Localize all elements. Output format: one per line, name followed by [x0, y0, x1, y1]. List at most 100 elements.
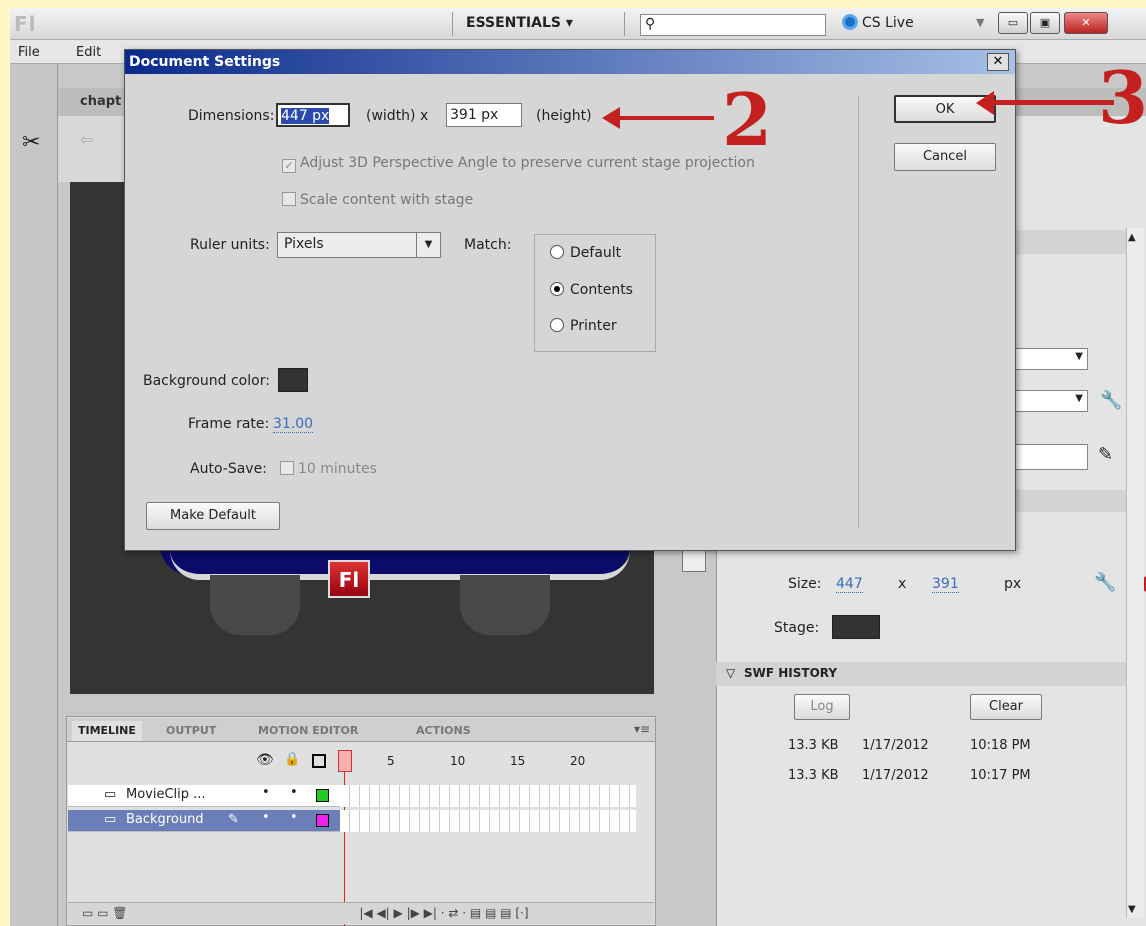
stage-color-swatch[interactable]	[832, 615, 880, 639]
menu-edit[interactable]: Edit	[76, 45, 101, 60]
panel-icon[interactable]	[682, 550, 706, 572]
chevron-down-icon[interactable]: ▼	[976, 16, 984, 29]
cancel-button[interactable]: Cancel	[894, 143, 996, 171]
history-size: 13.3 KB	[788, 768, 839, 783]
eye-icon[interactable]: 👁	[256, 752, 274, 768]
checkbox-box	[282, 192, 296, 206]
annotation-arrowhead-icon	[976, 91, 994, 115]
radio-icon	[550, 318, 564, 332]
minimize-button[interactable]: ▭	[998, 12, 1028, 34]
properties-scrollbar[interactable]	[1126, 228, 1144, 918]
height-input[interactable]: 391 px	[446, 103, 522, 127]
panel-menu-icon[interactable]: ▾≡	[634, 722, 650, 736]
width-input[interactable]: 447 px	[276, 103, 350, 127]
back-arrow-icon[interactable]: ⇦	[80, 130, 93, 149]
cs-live-button[interactable]: CS Live	[842, 14, 914, 31]
maximize-button[interactable]: ▣	[1030, 12, 1060, 34]
cs-live-label: CS Live	[862, 15, 914, 31]
make-default-button[interactable]: Make Default	[146, 502, 280, 530]
swf-history-title: SWF HISTORY	[744, 666, 838, 680]
lock-icon[interactable]: 🔒	[284, 752, 300, 767]
frame-number: 5	[387, 754, 395, 768]
dialog-title: Document Settings	[125, 50, 1015, 74]
panel-input[interactable]	[1014, 444, 1088, 470]
scale-content-checkbox[interactable]: Scale content with stage	[282, 192, 473, 208]
timeline-controls[interactable]: ▭ ▭ 🗑 |◀ ◀| ▶ |▶ ▶| · ⇄ · ▤ ▤ ▤ [·]	[68, 902, 654, 924]
document-tab[interactable]: chapt	[80, 94, 121, 109]
layer-icon: ▭	[104, 812, 117, 827]
layer-color-swatch[interactable]	[316, 789, 329, 802]
match-printer-radio[interactable]: Printer	[550, 318, 617, 334]
outline-icon[interactable]	[312, 754, 326, 768]
annotation-arrow-3	[990, 100, 1114, 105]
autosave-label: Auto-Save:	[190, 461, 267, 477]
radio-selected-icon	[550, 282, 564, 296]
size-unit-label: px	[1004, 576, 1022, 592]
playhead[interactable]	[338, 750, 352, 772]
chevron-down-icon: ▾	[565, 15, 573, 31]
wrench-icon[interactable]: 🔧	[1094, 572, 1116, 593]
panel-dropdown[interactable]: ▼	[1014, 390, 1088, 412]
scroll-up-icon[interactable]: ▲	[1128, 232, 1136, 243]
tab-output[interactable]: OUTPUT	[160, 721, 222, 741]
swf-history-header[interactable]: ▽ SWF HISTORY	[716, 662, 1126, 686]
pencil-icon: ✎	[228, 812, 239, 827]
scale-content-label: Scale content with stage	[300, 192, 474, 208]
flash-badge: Fl	[328, 560, 370, 598]
clear-button[interactable]: Clear	[970, 694, 1042, 720]
log-button[interactable]: Log	[794, 694, 850, 720]
layer-row[interactable]: ▭ MovieClip ... • •	[68, 785, 340, 807]
match-default-radio[interactable]: Default	[550, 245, 621, 261]
flash-logo: Fl	[14, 12, 37, 36]
history-row: 13.3 KB 1/17/2012 10:17 PM	[788, 768, 1128, 783]
tools-icon[interactable]: ✂	[22, 130, 40, 155]
background-color-swatch[interactable]	[278, 368, 308, 392]
search-icon: ⚲	[645, 16, 656, 32]
history-time: 10:18 PM	[970, 738, 1031, 753]
size-height-value[interactable]: 391	[932, 576, 959, 593]
layer-color-swatch[interactable]	[316, 814, 329, 827]
scroll-down-icon[interactable]: ▼	[1128, 904, 1136, 915]
match-contents-radio[interactable]: Contents	[550, 282, 633, 298]
character-leg-right	[460, 575, 550, 635]
history-row: 13.3 KB 1/17/2012 10:18 PM	[788, 738, 1128, 753]
tab-timeline[interactable]: TIMELINE	[72, 721, 142, 741]
close-window-button[interactable]: ✕	[1064, 12, 1108, 34]
layer-icon: ▭	[104, 787, 117, 802]
layer-row-selected[interactable]: ▭ Background ✎ • •	[68, 810, 340, 832]
panel-dropdown[interactable]: ▼	[1014, 348, 1088, 370]
search-input[interactable]: ⚲	[640, 14, 826, 36]
tools-panel	[10, 64, 58, 926]
pencil-icon[interactable]: ✎	[1098, 444, 1113, 465]
match-default-label: Default	[570, 245, 622, 261]
tab-motion-editor[interactable]: MOTION EDITOR	[252, 721, 364, 741]
frame-number: 20	[570, 754, 586, 768]
workspace-switcher[interactable]: ESSENTIALS ▾	[466, 15, 573, 31]
match-label: Match:	[464, 237, 512, 253]
frame-number: 15	[510, 754, 526, 768]
history-time: 10:17 PM	[970, 768, 1031, 783]
menu-file[interactable]: File	[18, 45, 40, 60]
adjust-3d-label: Adjust 3D Perspective Angle to preserve …	[300, 155, 755, 171]
dialog-close-button[interactable]: ✕	[987, 53, 1009, 71]
layer-frames[interactable]	[340, 785, 636, 807]
collapse-triangle-icon: ▽	[726, 666, 736, 680]
adjust-3d-checkbox[interactable]: ✓ Adjust 3D Perspective Angle to preserve…	[282, 155, 755, 173]
separator	[452, 12, 453, 36]
autosave-checkbox[interactable]: 10 minutes	[280, 461, 377, 477]
checkmark-icon: ✓	[282, 159, 296, 173]
height-label: (height)	[536, 108, 592, 124]
frame-rate-value[interactable]: 31.00	[273, 416, 314, 433]
annotation-arrowhead-icon	[602, 107, 620, 129]
width-label: (width) x	[366, 108, 429, 124]
wrench-icon[interactable]: 🔧	[1100, 390, 1122, 411]
size-x-label: x	[898, 576, 907, 592]
ruler-units-select[interactable]: Pixels ▼	[277, 232, 441, 258]
layer-name: Background	[126, 812, 204, 827]
layer-frames[interactable]	[340, 810, 636, 832]
size-width-value[interactable]: 447	[836, 576, 863, 593]
cs-live-icon	[842, 14, 858, 30]
frame-number: 10	[450, 754, 466, 768]
character-leg-left	[210, 575, 300, 635]
tab-actions[interactable]: ACTIONS	[410, 721, 477, 741]
